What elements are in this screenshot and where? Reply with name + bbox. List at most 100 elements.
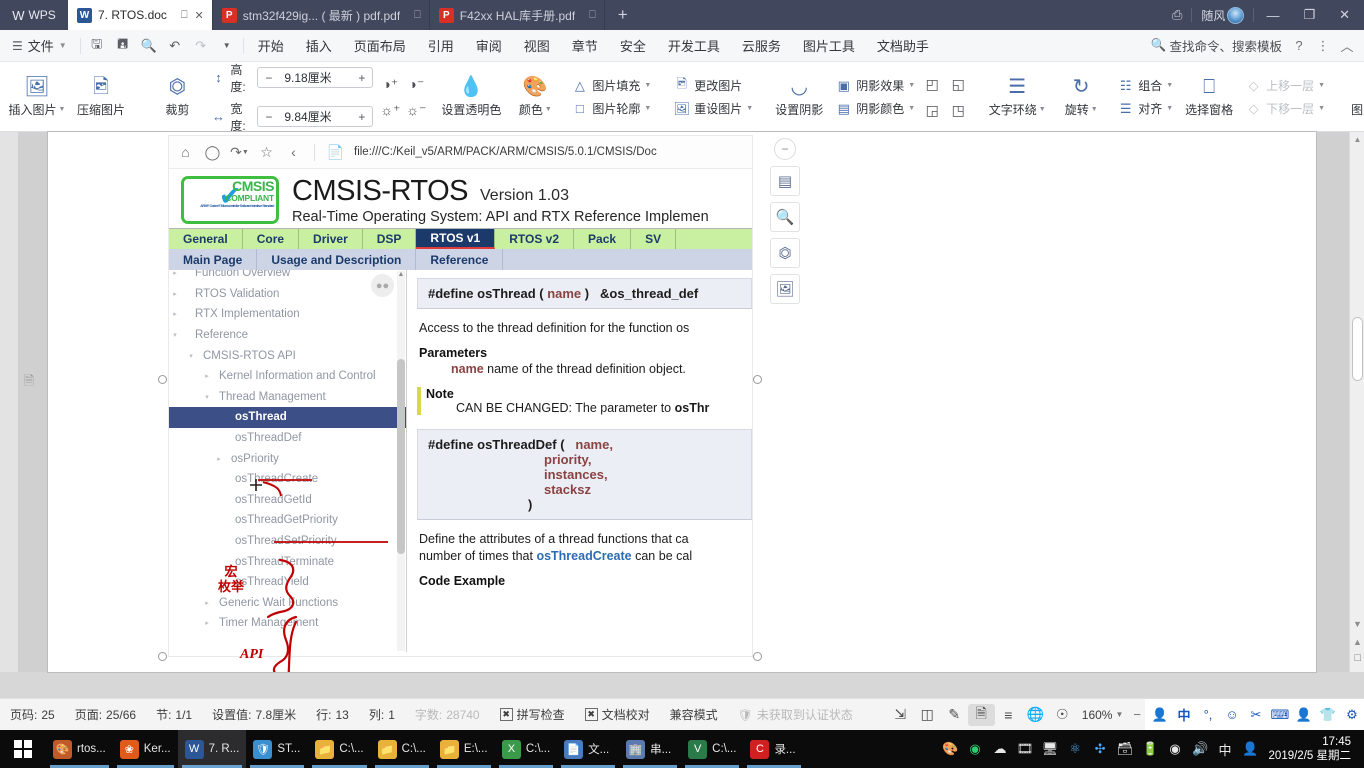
taskbar-button-3[interactable]: 🛡 ST... <box>246 730 308 768</box>
bluetooth-icon[interactable]: ✣ <box>1088 730 1113 768</box>
menu-item-security[interactable]: 安全 <box>609 30 657 62</box>
document-page[interactable]: ⌂ ◯ ↷ ▼ ☆ ‹ 📄 file:///C:/Keil_v5/ARM/PACK… <box>48 132 1316 672</box>
tree-item-label[interactable]: osThreadYield <box>169 576 309 588</box>
taskbar-button-6[interactable]: 📁 E:\... <box>433 730 495 768</box>
user-account[interactable]: 随风 <box>1192 0 1253 30</box>
tree-item-label[interactable]: CMSIS-RTOS API <box>197 350 296 362</box>
tab-close-icon[interactable]: ✕ <box>195 9 204 22</box>
taskbar-button-8[interactable]: 📄 文... <box>557 730 619 768</box>
tab-usage-description[interactable]: Usage and Description <box>257 249 417 270</box>
shadow-nudge-right-icon[interactable]: ◳ <box>952 102 965 119</box>
back-icon[interactable]: ‹ <box>285 144 302 160</box>
contrast-decrease-icon[interactable]: ◑⁻ <box>408 76 424 93</box>
shadow-color-button[interactable]: ▤ 阴影颜色 ▼ <box>835 100 916 117</box>
expand-arrow-icon[interactable]: ▸ <box>201 619 213 627</box>
person-icon[interactable]: 👤 <box>1238 730 1263 768</box>
tree-item-label[interactable]: osThreadCreate <box>169 473 318 485</box>
brightness-decrease-icon[interactable]: ☼⁻ <box>406 102 426 119</box>
reset-picture-icon[interactable]: 🖼 <box>770 274 800 304</box>
tree-item-label[interactable]: osThreadGetPriority <box>169 514 338 526</box>
redo-icon[interactable]: ↷ <box>188 34 214 58</box>
set-shadow-button[interactable]: ◡ 设置阴影 <box>767 65 831 129</box>
expand-arrow-icon[interactable]: ▸ <box>169 310 181 318</box>
compress-picture-button[interactable]: 🖻 压缩图片 <box>69 65 133 129</box>
at-icon[interactable]: ◉ <box>963 730 988 768</box>
insert-picture-button[interactable]: 🖼 插入图片 ▼ <box>5 65 69 129</box>
page-status[interactable]: 页面: 25/66 <box>65 706 146 723</box>
collapse-arrow-icon[interactable]: ▾ <box>185 352 197 360</box>
menu-item-chapter[interactable]: 章节 <box>561 30 609 62</box>
picture-fill-button[interactable]: △ 图片填充 ▼ <box>571 77 651 94</box>
usb-icon[interactable]: 🗃 <box>1113 730 1138 768</box>
tab-restore-icon[interactable]: ⎕ <box>589 9 596 22</box>
rotate-button[interactable]: ↻ 旋转 ▼ <box>1049 65 1113 129</box>
brightness-increase-icon[interactable]: ☼⁺ <box>380 102 400 119</box>
new-tab-button[interactable]: + <box>605 0 641 30</box>
ime-punctuation-icon[interactable]: °, <box>1196 699 1220 731</box>
tree-item-label[interactable]: osThread <box>169 411 287 423</box>
network-icon[interactable]: 🖥 <box>1038 730 1063 768</box>
selection-handle-bottom-left[interactable] <box>158 652 167 661</box>
tree-item-label[interactable]: osPriority <box>225 453 279 465</box>
tree-item-label[interactable]: RTOS Validation <box>181 288 279 300</box>
menu-item-insert[interactable]: 插入 <box>295 30 343 62</box>
menu-item-view[interactable]: 视图 <box>513 30 561 62</box>
save-icon[interactable]: 🖫 <box>84 34 110 58</box>
split-view-icon[interactable]: ⎙ <box>1163 0 1191 30</box>
print-preview-icon[interactable]: 🔍 <box>136 34 162 58</box>
start-button[interactable] <box>0 730 46 768</box>
shadow-nudge-left-icon[interactable]: ◲ <box>926 102 939 119</box>
gear-icon[interactable]: ⚙ <box>1340 699 1364 731</box>
height-increase-button[interactable]: + <box>351 68 372 87</box>
crop-button[interactable]: ⏣ 裁剪 <box>147 65 208 129</box>
more-options-icon[interactable]: ⋮ <box>1312 34 1334 58</box>
zoom-out-button[interactable]: − <box>1133 707 1141 722</box>
minus-icon[interactable]: − <box>774 138 796 160</box>
navigation-tree[interactable]: ▸ Function Overview ▸ RTOS Validation ▸ RTX… <box>169 270 407 652</box>
reset-picture-button[interactable]: 🖼 重设图片 ▼ <box>673 100 754 117</box>
text-wrap-button[interactable]: ☰ 文字环绕 ▼ <box>985 65 1049 129</box>
wifi-icon[interactable]: ◉ <box>1163 730 1188 768</box>
tab-pack[interactable]: Pack <box>574 229 632 249</box>
home-icon[interactable]: ⌂ <box>177 144 194 160</box>
picture-outline-button[interactable]: □ 图片轮廓 ▼ <box>571 100 651 117</box>
contrast-increase-icon[interactable]: ◑⁺ <box>382 76 398 93</box>
embedded-screenshot-image[interactable]: ⌂ ◯ ↷ ▼ ☆ ‹ 📄 file:///C:/Keil_v5/ARM/PACK… <box>168 135 753 657</box>
menu-item-references[interactable]: 引用 <box>417 30 465 62</box>
menu-item-doc-assistant[interactable]: 文档助手 <box>866 30 940 62</box>
menu-item-cloud[interactable]: 云服务 <box>731 30 792 62</box>
document-canvas[interactable]: 🗎 ⌂ ◯ ↷ ▼ ☆ ‹ 📄 file:///C:/Keil_v5/ARM/PA… <box>0 132 1364 672</box>
tree-item-label[interactable]: Function Overview <box>181 270 290 279</box>
file-menu-button[interactable]: ☰ 文件 ▼ <box>0 36 77 55</box>
spellcheck-status[interactable]: ✖ 拼写检查 <box>490 706 575 723</box>
selection-handle-bottom-right[interactable] <box>753 652 762 661</box>
tab-rtos-v1[interactable]: RTOS v1 <box>416 229 496 249</box>
navigation-pane-icon[interactable]: 🗎 <box>18 372 40 394</box>
scissors-icon[interactable]: ✂ <box>1244 699 1268 731</box>
drive-icon[interactable]: ⚛ <box>1063 730 1088 768</box>
tree-item-label[interactable]: osThreadGetId <box>169 494 312 506</box>
select-browse-object-icon[interactable]: ☐ <box>1350 650 1364 666</box>
person-icon[interactable]: 👤 <box>1292 699 1316 731</box>
help-icon[interactable]: ? <box>1288 34 1310 58</box>
tab-restore-icon[interactable]: ⎕ <box>414 9 421 22</box>
proofread-status[interactable]: ✖ 文档校对 <box>575 706 660 723</box>
send-backward-button[interactable]: ◇ 下移一层 ▼ <box>1245 100 1325 117</box>
pen-icon[interactable]: ✎ <box>941 704 968 726</box>
history-icon[interactable]: ↷ ▼ <box>230 144 249 161</box>
collapse-arrow-icon[interactable]: ▾ <box>201 393 213 401</box>
width-decrease-button[interactable]: − <box>258 107 279 126</box>
scrollbar-thumb[interactable] <box>397 359 405 554</box>
taskbar-button-9[interactable]: 🏢 串... <box>619 730 681 768</box>
page-view-icon[interactable]: 🗎 <box>967 703 995 726</box>
volume-icon[interactable]: 🔊 <box>1188 730 1213 768</box>
fullscreen-icon[interactable]: ⇲ <box>887 704 914 726</box>
close-button[interactable]: ✕ <box>1327 0 1362 30</box>
expand-arrow-icon[interactable]: ▸ <box>169 270 181 277</box>
save-as-icon[interactable]: 🖪 <box>110 34 136 58</box>
two-page-icon[interactable]: ◫ <box>914 704 941 726</box>
taskbar-button-4[interactable]: 📁 C:\... <box>308 730 370 768</box>
address-bar[interactable]: file:///C:/Keil_v5/ARM/PACK/ARM/CMSIS/5.… <box>354 146 657 158</box>
tab-general[interactable]: General <box>169 229 243 249</box>
tree-item-label[interactable]: Timer Management <box>213 617 318 629</box>
